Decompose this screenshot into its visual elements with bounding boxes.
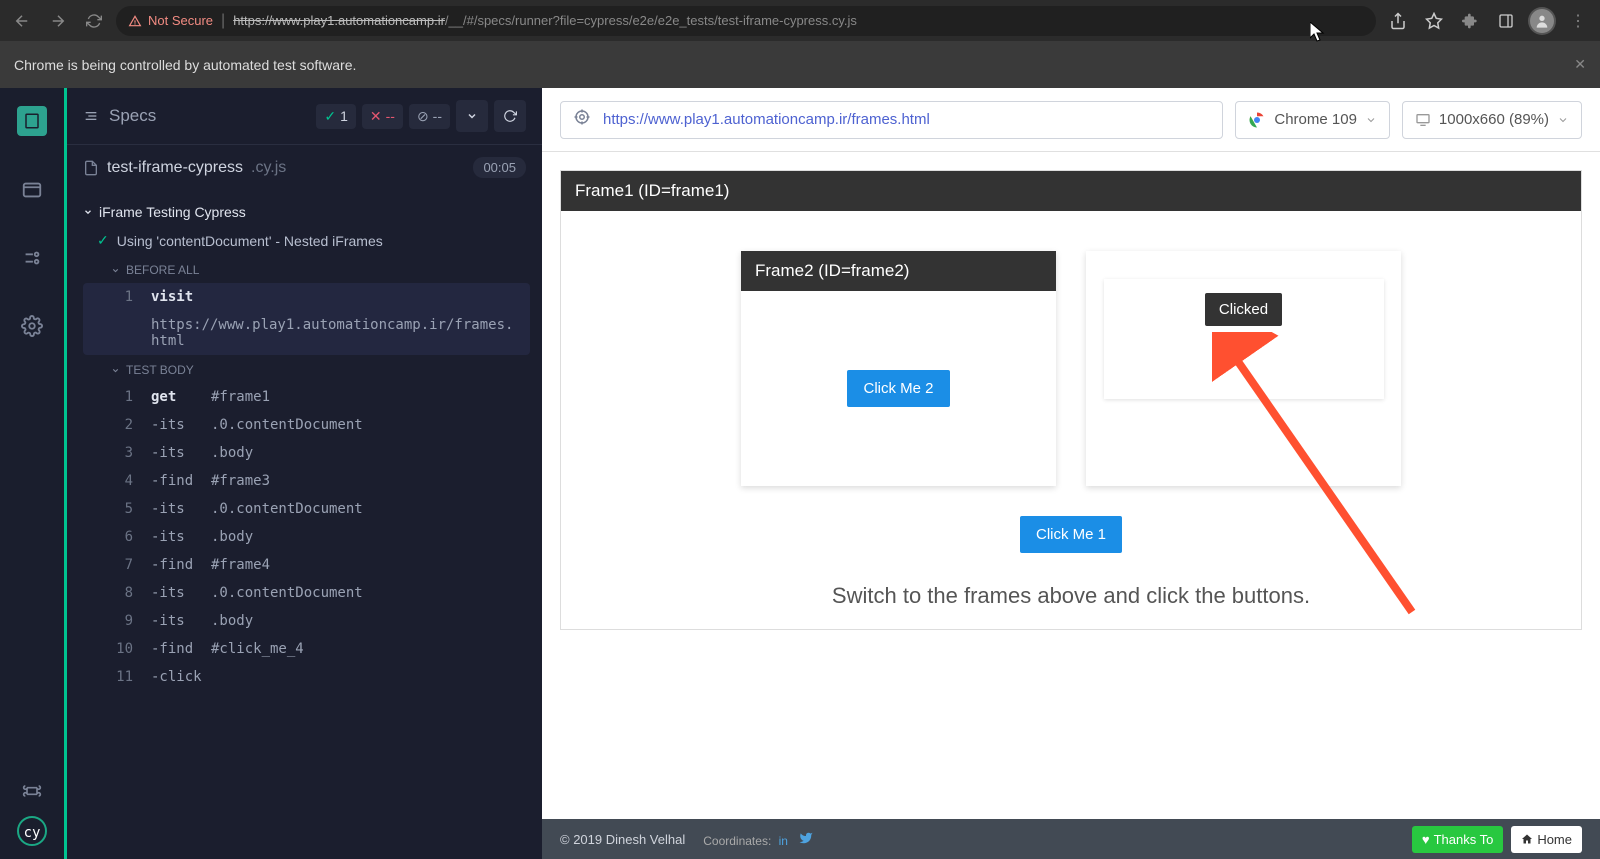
viewport-selector[interactable]: 1000x660 (89%) [1402,101,1582,139]
url-bar[interactable]: Not Secure | https://www.play1.automatio… [116,6,1376,36]
cypress-command-panel: Specs ✓1 ✕-- ⊘-- test-iframe-cypress.cy.… [64,88,542,859]
keyboard-icon[interactable] [22,781,42,801]
browser-selector[interactable]: Chrome 109 [1235,101,1390,139]
command-row[interactable]: 4-find#frame3 [83,467,542,495]
pending-count: ⊘-- [409,104,450,129]
specs-nav-icon[interactable] [17,106,47,136]
copyright-text: © 2019 Dinesh Velhal [560,832,685,847]
timer-badge: 00:05 [473,157,526,178]
cypress-icon-sidebar: cy [0,88,64,859]
pass-count: ✓1 [316,104,356,129]
instruction-text: Switch to the frames above and click the… [832,583,1310,609]
frame1-header: Frame1 (ID=frame1) [561,171,1581,211]
command-row[interactable]: 3-its.body [83,439,542,467]
share-icon[interactable] [1384,7,1412,35]
command-row[interactable]: 1visithttps://www.play1.automationcamp.i… [83,283,530,355]
command-row[interactable]: 9-its.body [83,607,542,635]
command-row[interactable]: 2-its.0.contentDocument [83,411,542,439]
mouse-cursor-icon [1310,22,1326,42]
app-url-text: https://www.play1.automationcamp.ir/fram… [603,111,930,128]
panel-icon[interactable] [1492,7,1520,35]
bookmark-icon[interactable] [1420,7,1448,35]
app-url-box[interactable]: https://www.play1.automationcamp.ir/fram… [560,101,1223,139]
forward-button[interactable] [44,7,72,35]
banner-close-icon[interactable]: ✕ [1574,56,1586,73]
check-icon: ✓ [97,232,109,249]
profile-avatar-icon [1530,9,1554,33]
clicked-button[interactable]: Clicked [1205,293,1282,326]
automation-banner: Chrome is being controlled by automated … [0,41,1600,88]
suite-title[interactable]: iFrame Testing Cypress [83,198,542,226]
app-preview-area: https://www.play1.automationcamp.ir/fram… [542,88,1600,859]
command-row[interactable]: 8-its.0.contentDocument [83,579,542,607]
cypress-logo-icon: cy [16,815,48,847]
extensions-icon[interactable] [1456,7,1484,35]
command-row[interactable]: 1get#frame1 [83,383,542,411]
frame4: Clicked [1104,279,1384,399]
command-row[interactable]: 10-find#click_me_4 [83,635,542,663]
frame3: Clicked [1086,251,1401,486]
svg-text:cy: cy [24,825,41,841]
runs-nav-icon[interactable] [18,176,46,204]
frame2-header: Frame2 (ID=frame2) [741,251,1056,291]
profile-button[interactable] [1528,7,1556,35]
twitter-icon[interactable] [799,834,813,848]
spec-file-row[interactable]: test-iframe-cypress.cy.js 00:05 [67,144,542,190]
not-secure-badge: Not Secure [128,13,213,28]
url-text: https://www.play1.automationcamp.ir/__/#… [233,13,857,28]
fail-count: ✕-- [362,104,403,129]
frame2: Frame2 (ID=frame2) Click Me 2 [741,251,1056,486]
test-title[interactable]: ✓ Using 'contentDocument' - Nested iFram… [83,226,542,255]
command-row[interactable]: 7-find#frame4 [83,551,542,579]
linkedin-icon[interactable]: in [779,834,788,848]
home-button[interactable]: Home [1511,826,1582,853]
frame1: Frame1 (ID=frame1) Frame2 (ID=frame2) Cl… [560,170,1582,630]
command-row[interactable]: 5-its.0.contentDocument [83,495,542,523]
command-row[interactable]: 6-its.body [83,523,542,551]
selector-playground-icon[interactable] [573,108,591,131]
specs-heading: Specs [83,106,156,126]
app-footer: © 2019 Dinesh Velhal Coordinates: in ♥ T… [542,819,1600,859]
command-row[interactable]: 11-click [83,663,542,691]
settings-nav-icon[interactable] [18,312,46,340]
back-button[interactable] [8,7,36,35]
test-body-label: TEST BODY [83,355,542,383]
expand-button[interactable] [456,100,488,132]
before-all-label: BEFORE ALL [83,255,542,283]
click-me-1-button[interactable]: Click Me 1 [1020,516,1122,553]
browser-toolbar: Not Secure | https://www.play1.automatio… [0,0,1600,41]
debug-nav-icon[interactable] [18,244,46,272]
menu-icon[interactable]: ⋮ [1564,7,1592,35]
thanks-button[interactable]: ♥ Thanks To [1412,826,1503,853]
click-me-2-button[interactable]: Click Me 2 [847,370,949,407]
rerun-button[interactable] [494,100,526,132]
reload-button[interactable] [80,7,108,35]
